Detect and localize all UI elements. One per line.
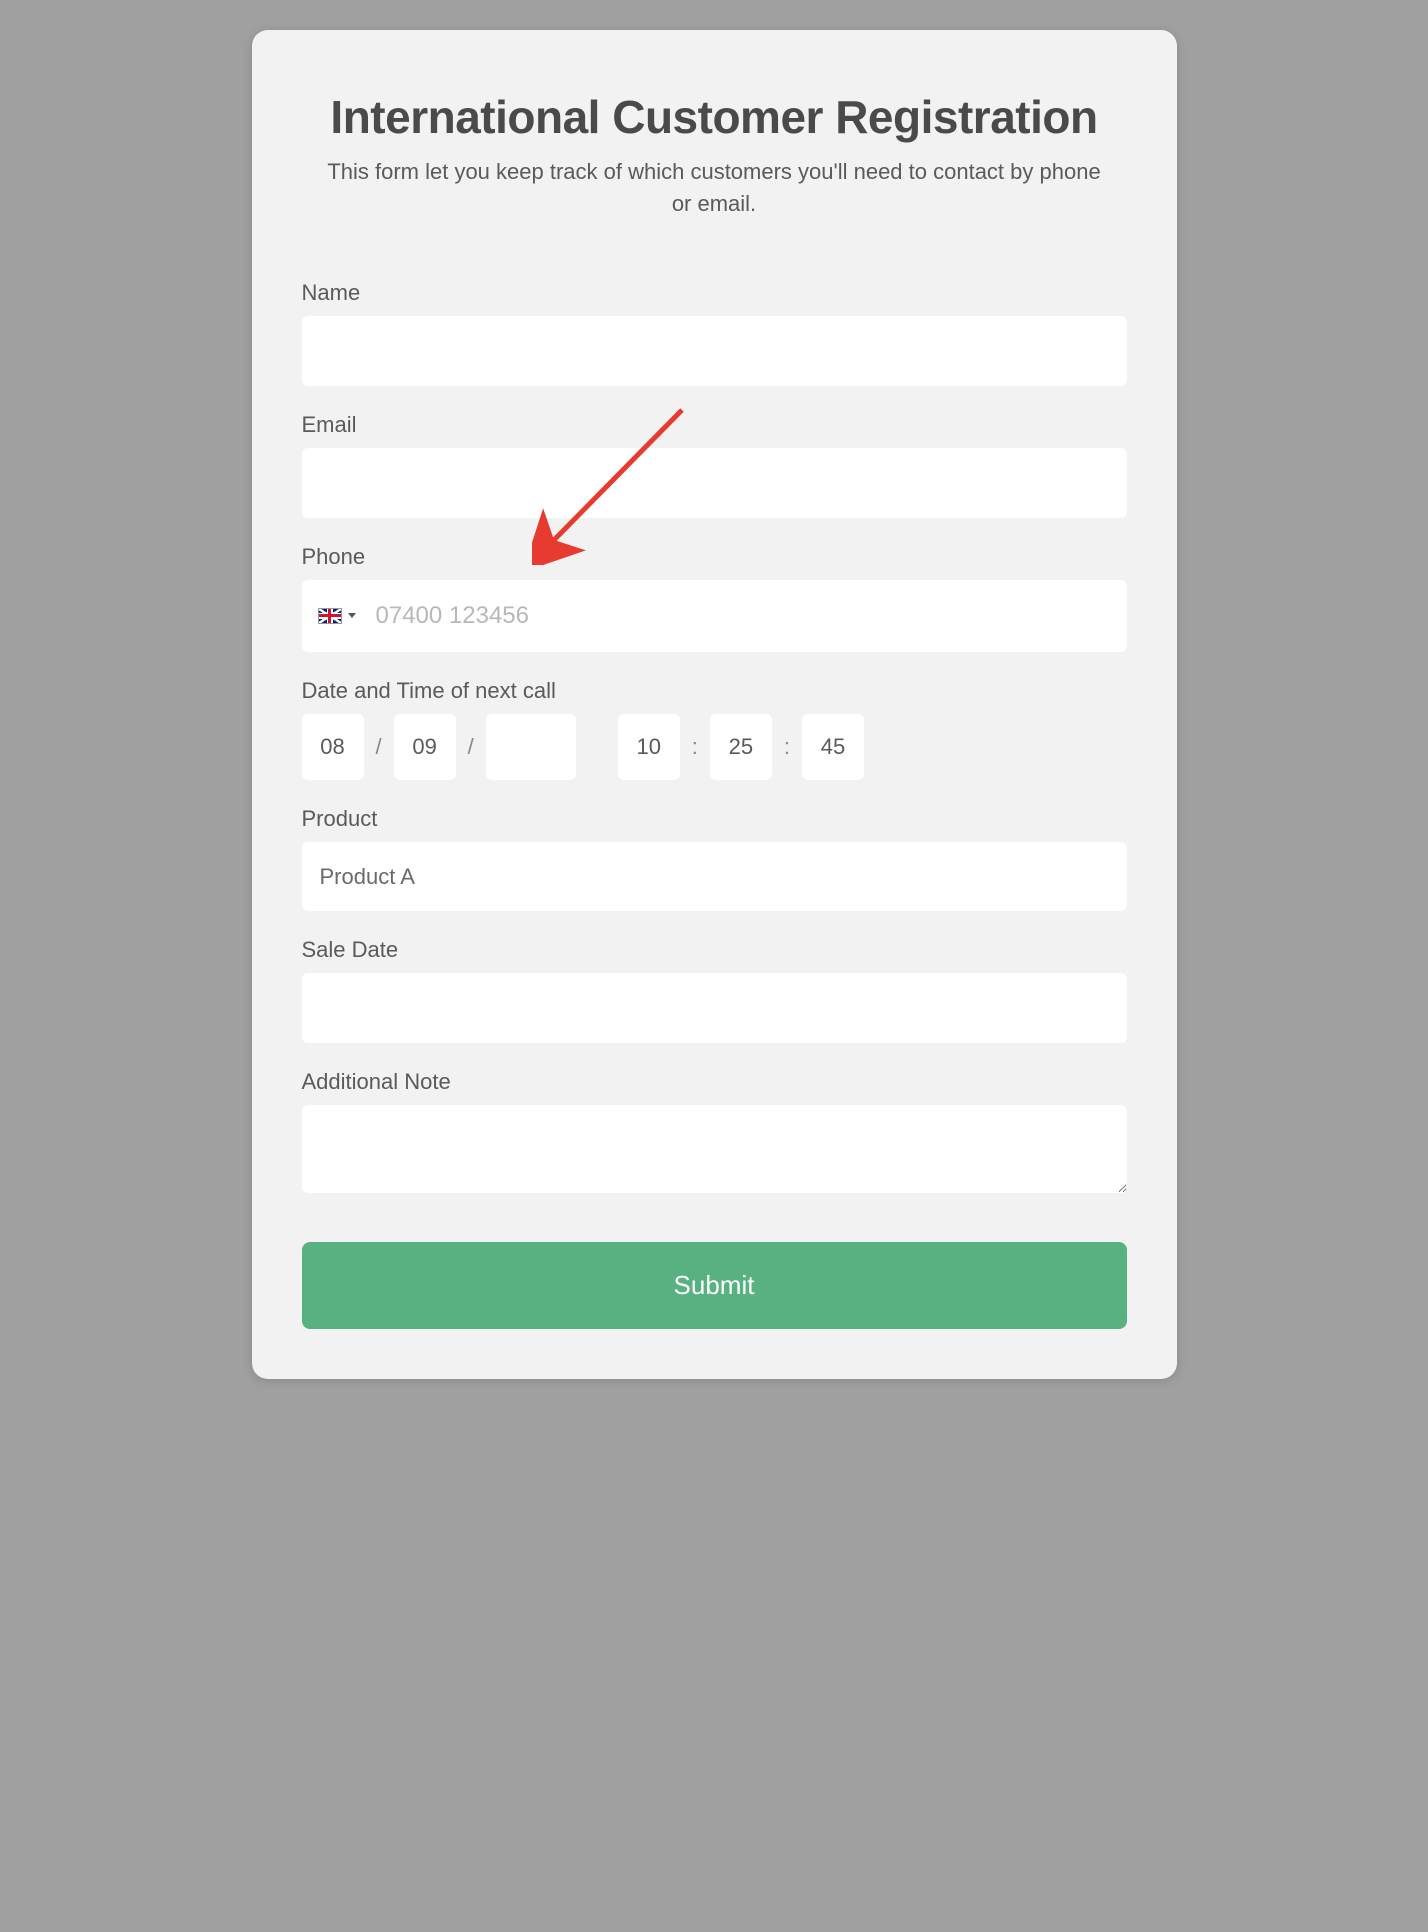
phone-input[interactable] (364, 580, 1117, 652)
time-sep-2: : (782, 734, 792, 760)
chevron-down-icon (348, 613, 356, 618)
time-hour-input[interactable] (618, 714, 680, 780)
form-card: International Customer Registration This… (252, 30, 1177, 1379)
sale-date-input[interactable] (302, 973, 1127, 1043)
time-sep-1: : (690, 734, 700, 760)
date-sep-2: / (466, 734, 476, 760)
date-year-input[interactable] (486, 714, 576, 780)
date-sep-1: / (374, 734, 384, 760)
time-minute-input[interactable] (710, 714, 772, 780)
product-label: Product (302, 806, 1127, 832)
phone-label: Phone (302, 544, 1127, 570)
submit-button[interactable]: Submit (302, 1242, 1127, 1329)
field-datetime: Date and Time of next call / / : : (302, 678, 1127, 780)
field-sale-date: Sale Date (302, 937, 1127, 1043)
email-input[interactable] (302, 448, 1127, 518)
field-name: Name (302, 280, 1127, 386)
name-input[interactable] (302, 316, 1127, 386)
date-day-input[interactable] (302, 714, 364, 780)
phone-row (302, 580, 1127, 652)
sale-date-label: Sale Date (302, 937, 1127, 963)
time-second-input[interactable] (802, 714, 864, 780)
note-textarea[interactable] (302, 1105, 1127, 1193)
datetime-label: Date and Time of next call (302, 678, 1127, 704)
email-label: Email (302, 412, 1127, 438)
date-month-input[interactable] (394, 714, 456, 780)
flag-uk-icon (318, 608, 342, 624)
form-subtitle: This form let you keep track of which cu… (324, 156, 1104, 220)
field-email: Email (302, 412, 1127, 518)
name-label: Name (302, 280, 1127, 306)
field-phone: Phone (302, 544, 1127, 652)
form-title: International Customer Registration (302, 90, 1127, 144)
product-select[interactable]: Product A (302, 842, 1127, 911)
country-selector[interactable] (312, 608, 364, 624)
field-note: Additional Note (302, 1069, 1127, 1198)
datetime-row: / / : : (302, 714, 1127, 780)
field-product: Product Product A (302, 806, 1127, 911)
note-label: Additional Note (302, 1069, 1127, 1095)
